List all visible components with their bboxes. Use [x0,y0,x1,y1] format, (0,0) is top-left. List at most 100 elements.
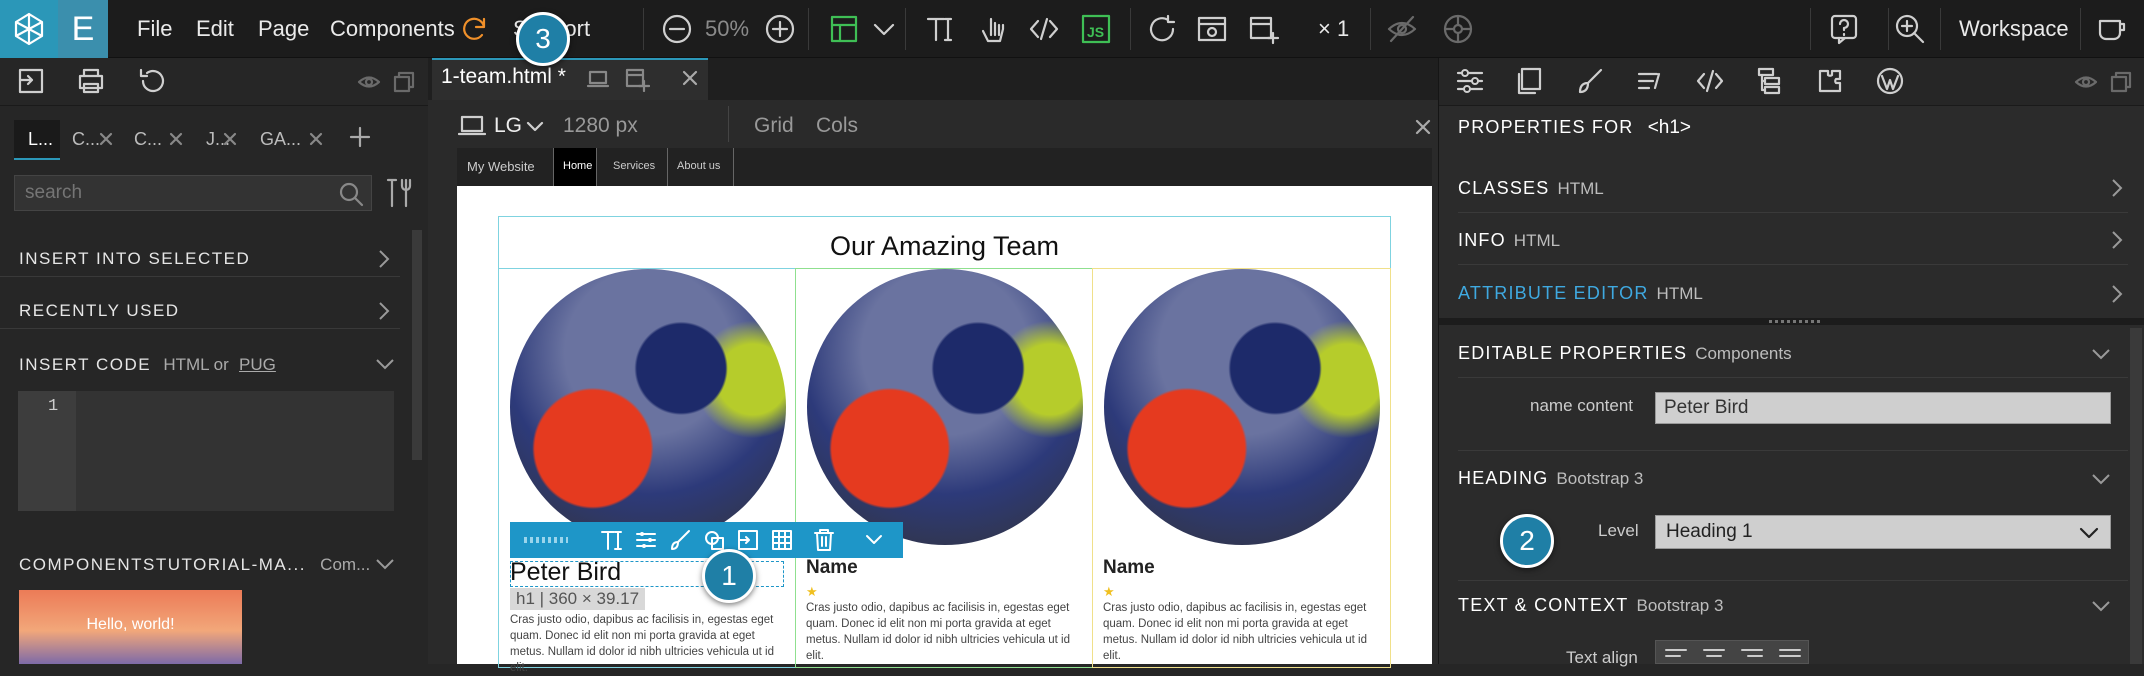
menu-page[interactable]: Page [258,0,309,58]
close-icon[interactable] [308,131,324,147]
duplicate-icon[interactable] [702,528,726,552]
team-photo[interactable] [510,269,786,545]
section-insert-code[interactable]: INSERT CODE HTML or PUG [0,347,400,383]
add-page-icon[interactable] [1248,13,1280,45]
right-scrollbar[interactable] [2130,328,2142,664]
visibility-eye-icon[interactable] [2074,70,2098,94]
components-tab-icon[interactable] [1515,66,1545,96]
workspace-menu[interactable]: Workspace [1959,0,2069,58]
left-scrollbar[interactable] [412,230,422,460]
member-bio[interactable]: Cras justo odio, dapibus ac facilisis in… [1103,600,1383,664]
close-icon[interactable] [98,131,114,147]
cols-toggle[interactable]: Cols [816,114,858,138]
more-chevron-icon[interactable] [864,530,884,550]
hide-eye-icon[interactable] [1386,13,1418,45]
code-tab-icon[interactable] [1695,66,1725,96]
style-brush-icon[interactable] [668,528,692,552]
zoom-out-icon[interactable] [661,13,693,45]
nav-services[interactable]: Services [613,160,655,172]
js-icon[interactable]: JS [1080,13,1112,45]
heading-level-select[interactable]: Heading 1 [1655,515,2111,549]
align-right-icon[interactable] [1740,647,1764,661]
laptop-icon[interactable] [458,115,486,137]
member-bio[interactable]: Cras justo odio, dapibus ac facilisis in… [510,612,790,676]
member-bio[interactable]: Cras justo odio, dapibus ac facilisis in… [806,600,1086,664]
tree-tab-icon[interactable] [1755,66,1785,96]
drag-handle[interactable] [524,537,568,543]
zoom-in-icon[interactable] [764,13,796,45]
editor-mode-button[interactable]: E [58,0,108,58]
style-tab-icon[interactable] [1575,66,1605,96]
layout-green-icon[interactable] [828,13,860,45]
align-center-icon[interactable] [1702,647,1726,661]
plugins-tab-icon[interactable] [1815,66,1845,96]
refresh-orange-icon[interactable] [458,13,490,45]
lib-tab-label[interactable]: C... [72,129,100,150]
menu-components[interactable]: Components [330,0,455,58]
help-icon[interactable] [1828,13,1860,45]
wordpress-tab-icon[interactable] [1875,66,1905,96]
code-icon[interactable] [1028,13,1060,45]
detach-panel-icon[interactable] [392,70,416,94]
team-photo[interactable] [1104,269,1380,545]
section-classes[interactable]: CLASSES HTML [1458,163,2128,213]
trash-icon[interactable] [812,528,836,552]
close-icon[interactable] [168,131,184,147]
add-page-small-icon[interactable] [624,66,650,92]
section-editable-properties[interactable]: EDITABLE PROPERTIES Components [1458,328,2128,378]
member-name[interactable]: Name [1103,557,1155,579]
print-icon[interactable] [76,66,106,96]
code-editor[interactable]: 1 [18,391,394,511]
tools-icon[interactable] [384,176,418,210]
detach-panel-icon[interactable] [2109,70,2133,94]
section-text-context[interactable]: TEXT & CONTEXT Bootstrap 3 [1458,580,2128,630]
search-zoom-icon[interactable] [1894,13,1926,45]
menu-edit[interactable]: Edit [196,0,234,58]
section-insert-into-selected[interactable]: INSERT INTO SELECTED [0,241,400,277]
insert-icon[interactable] [736,528,760,552]
component-search-input[interactable] [14,175,372,211]
text-edit-icon[interactable] [600,528,624,552]
team-heading[interactable]: Our Amazing Team [498,231,1391,262]
grid-toggle[interactable]: Grid [754,114,794,138]
align-left-icon[interactable] [1664,647,1688,661]
device-preview-icon[interactable] [586,68,610,90]
properties-tab-icon[interactable] [1455,66,1485,96]
section-attribute-editor[interactable]: ATTRIBUTE EDITOR HTML [1458,268,2128,318]
member-name[interactable]: Name [806,557,858,579]
close-tab-icon[interactable] [680,68,700,88]
device-size-select[interactable]: LG [494,114,522,138]
actions-tab-icon[interactable] [1635,66,1665,96]
add-tab-icon[interactable] [348,125,372,149]
properties-icon[interactable] [634,528,658,552]
lib-tab-label[interactable]: C... [134,129,162,150]
undo-icon[interactable] [137,66,167,96]
align-justify-icon[interactable] [1778,647,1802,661]
name-content-input[interactable] [1655,392,2111,424]
pinegrow-logo-icon[interactable] [0,0,58,58]
component-thumbnail[interactable]: Hello, world! [19,590,242,664]
chevron-down-icon[interactable] [868,13,900,45]
visibility-eye-icon[interactable] [357,70,381,94]
chevron-down-icon[interactable] [526,120,544,134]
nav-about[interactable]: About us [677,160,720,172]
reload-icon[interactable] [1146,13,1178,45]
site-brand[interactable]: My Website [467,159,535,174]
interact-hand-icon[interactable] [977,13,1009,45]
section-components-library[interactable]: COMPONENTSTUTORIAL-MA... Com... [0,547,400,583]
section-recently-used[interactable]: RECENTLY USED [0,293,400,329]
settings-wheel-icon[interactable] [1442,13,1474,45]
panel-splitter[interactable] [1439,318,2144,325]
section-info[interactable]: INFO HTML [1458,215,2128,265]
pug-link[interactable]: PUG [239,355,276,374]
lib-tab-label[interactable]: GA... [260,129,301,150]
close-canvas-icon[interactable] [1414,118,1432,136]
section-heading[interactable]: HEADING Bootstrap 3 [1458,453,2128,503]
text-edit-icon[interactable] [925,13,957,45]
grid-icon[interactable] [770,528,794,552]
selected-member-name[interactable]: Peter Bird [510,558,621,587]
close-icon[interactable] [222,131,238,147]
text-align-buttons[interactable] [1655,640,1809,664]
import-icon[interactable] [16,66,46,96]
preview-icon[interactable] [1196,13,1228,45]
